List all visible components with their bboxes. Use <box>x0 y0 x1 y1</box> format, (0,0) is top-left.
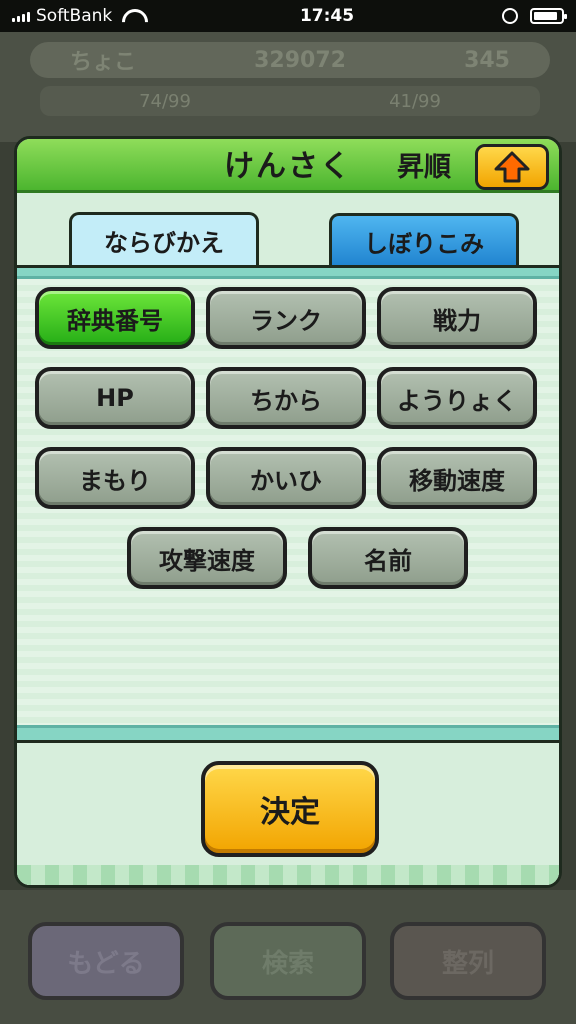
signal-icon <box>12 10 30 22</box>
status-right <box>502 8 567 24</box>
player-name: ちょこ <box>70 50 137 75</box>
carrier-label: SoftBank <box>36 6 113 26</box>
tab-divider <box>17 265 559 279</box>
sort-options-panel: 辞典番号 ランク 戦力 HP ちから ようりょく まもり かいひ 移動速度 攻撃… <box>17 279 559 725</box>
option-rank[interactable]: ランク <box>206 287 366 349</box>
option-move-speed[interactable]: 移動速度 <box>377 447 537 509</box>
battery-icon <box>530 8 567 24</box>
option-power[interactable]: 戦力 <box>377 287 537 349</box>
option-spirit[interactable]: ようりょく <box>377 367 537 429</box>
sort-order-label: 昇順 <box>397 152 451 183</box>
confirm-button[interactable]: 決定 <box>201 761 379 857</box>
search-dialog: けんさく 昇順 ならびかえ しぼりこみ 辞典番号 ランク 戦力 HP ちから よ… <box>14 136 562 888</box>
option-evasion[interactable]: かいひ <box>206 447 366 509</box>
background-player-bar: ちょこ 329072 345 <box>30 42 550 78</box>
footer-divider <box>17 725 559 743</box>
option-hp[interactable]: HP <box>35 367 195 429</box>
search-button: 検索 <box>210 922 366 1000</box>
back-button: もどる <box>28 922 184 1000</box>
status-left: SoftBank <box>12 6 212 26</box>
option-dictionary-number[interactable]: 辞典番号 <box>35 287 195 349</box>
sort-order-button[interactable] <box>475 144 549 190</box>
stat-2: 41/99 <box>389 90 441 112</box>
option-attack-speed[interactable]: 攻撃速度 <box>127 527 287 589</box>
status-bar: SoftBank 17:45 <box>0 0 576 32</box>
footer-pattern <box>17 865 559 885</box>
dialog-footer: 決定 <box>17 743 559 885</box>
arrange-button: 整列 <box>390 922 546 1000</box>
wifi-icon <box>122 9 142 23</box>
currency-1: 329072 <box>254 47 346 73</box>
option-name[interactable]: 名前 <box>308 527 468 589</box>
background-stat-bar: 74/99 41/99 <box>40 86 540 116</box>
option-strength[interactable]: ちから <box>206 367 366 429</box>
rotation-lock-icon <box>502 8 518 24</box>
tab-filter[interactable]: しぼりこみ <box>329 213 519 267</box>
stat-1: 74/99 <box>139 90 191 112</box>
tab-sort[interactable]: ならびかえ <box>69 212 259 266</box>
arrow-up-icon <box>494 151 530 183</box>
option-defense[interactable]: まもり <box>35 447 195 509</box>
currency-2: 345 <box>464 47 510 73</box>
status-time: 17:45 <box>299 6 355 26</box>
